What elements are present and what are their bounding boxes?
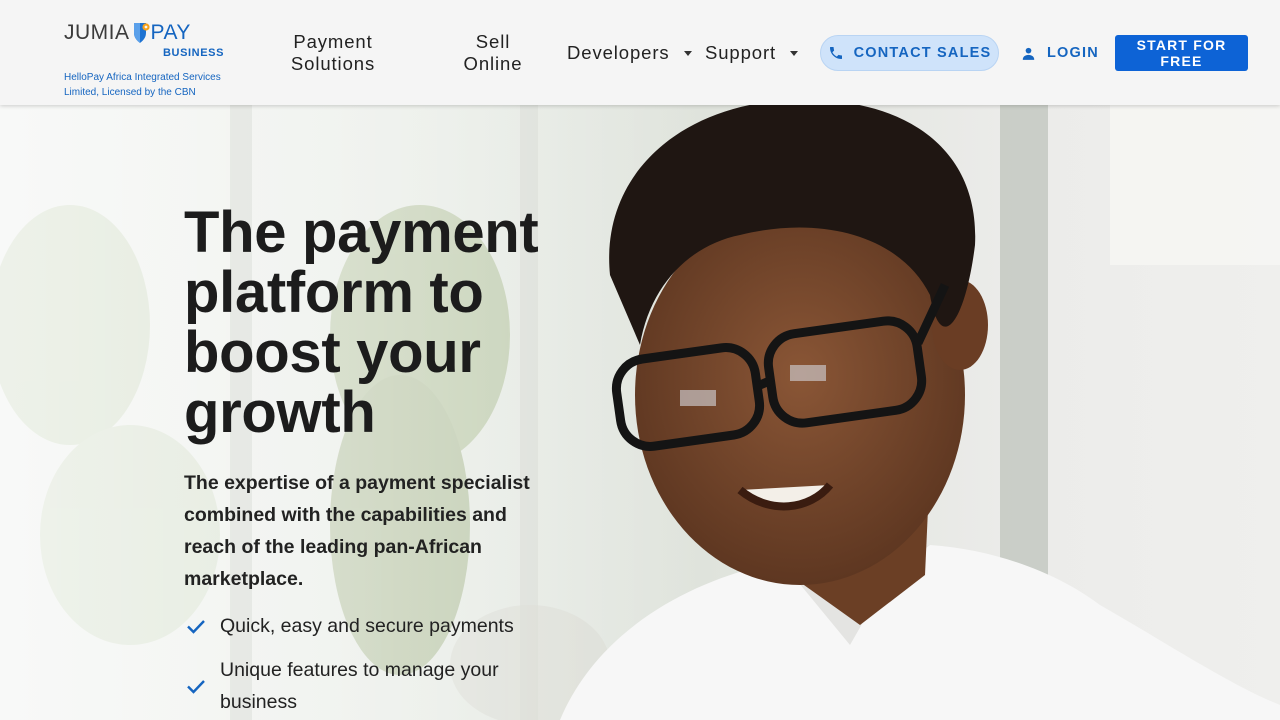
feature-text: Unique features to manage your business: [220, 659, 499, 713]
license-notice: HelloPay Africa Integrated Services Limi…: [64, 72, 221, 98]
list-item: Unique features to manage your business: [184, 654, 544, 718]
contact-sales-button[interactable]: CONTACT SALES: [820, 35, 999, 71]
logo-pay-text: PAY: [150, 21, 191, 44]
nav-support[interactable]: Support: [705, 42, 799, 64]
check-icon: [187, 620, 205, 634]
feature-list: Quick, easy and secure payments Unique f…: [184, 610, 544, 720]
person-icon: [1022, 47, 1035, 60]
login-button[interactable]: LOGIN: [1020, 35, 1099, 71]
hero-subtitle: The expertise of a payment specialist co…: [184, 472, 530, 590]
logo-wordmark: JUMIA PAY: [64, 20, 234, 46]
nav-support-label: Support: [705, 42, 777, 63]
site-header: JUMIA PAY BUSINESS HelloPay Africa Integ…: [0, 0, 1280, 105]
check-icon: [187, 680, 205, 694]
nav-developers-label: Developers: [567, 42, 670, 63]
phone-icon: [829, 47, 842, 59]
jumia-pay-logo[interactable]: JUMIA PAY BUSINESS HelloPay Africa Integ…: [64, 20, 234, 98]
nav-payment-solutions[interactable]: Payment Solutions: [278, 31, 388, 75]
logo-jumia-text: JUMIA: [64, 21, 130, 44]
nav-sell-online[interactable]: Sell Online: [452, 31, 534, 75]
hero-title: The payment platform to boost your growt…: [184, 200, 539, 445]
logo-business-text: BUSINESS: [163, 47, 225, 59]
list-item: Quick, easy and secure payments: [184, 610, 544, 642]
caret-down-icon: [790, 51, 799, 56]
logo-shield-icon: [133, 23, 150, 43]
caret-down-icon: [683, 51, 692, 56]
nav-developers[interactable]: Developers: [567, 42, 692, 64]
contact-sales-label: CONTACT SALES: [853, 45, 992, 61]
start-for-free-button[interactable]: START FOR FREE: [1115, 35, 1248, 71]
feature-text: Quick, easy and secure payments: [220, 615, 514, 637]
hero-section: The payment platform to boost your growt…: [0, 105, 1280, 720]
login-label: LOGIN: [1047, 45, 1099, 61]
